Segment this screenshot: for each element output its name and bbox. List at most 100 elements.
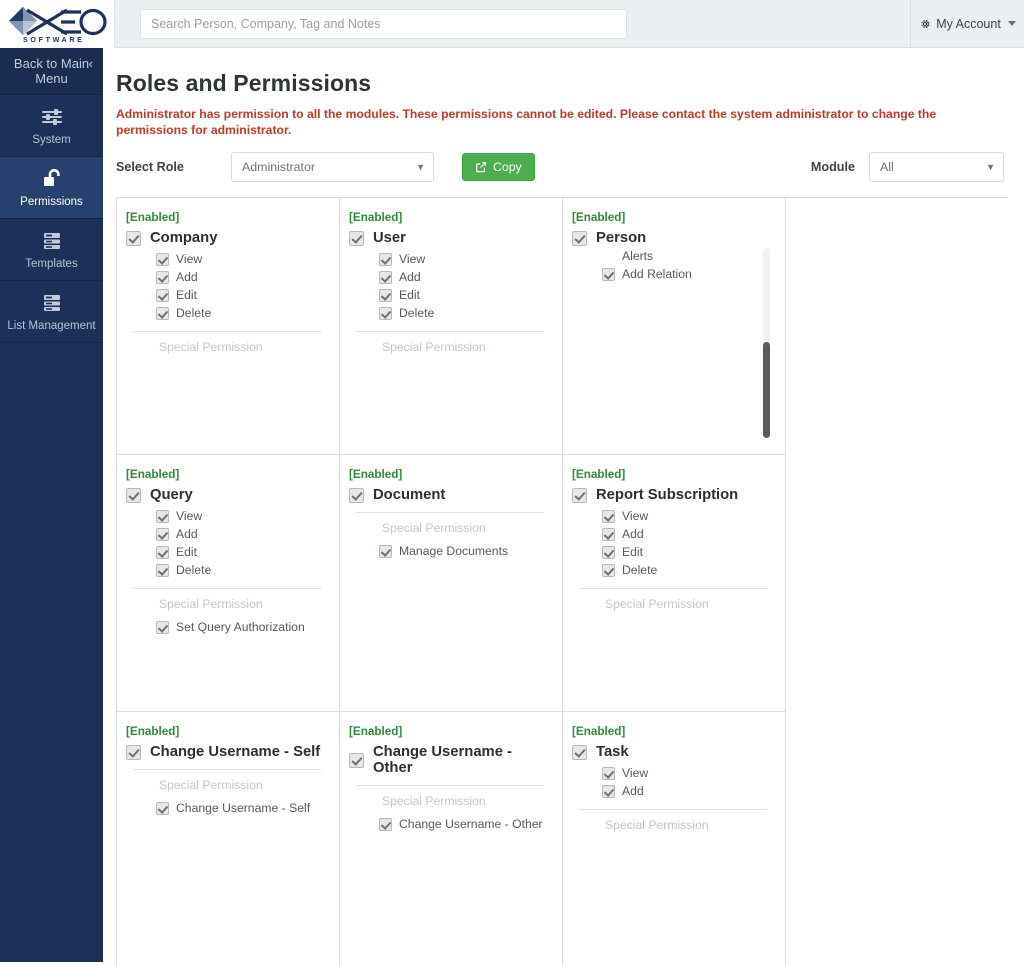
checkbox-checked-icon[interactable]	[156, 564, 169, 577]
permission-base-row[interactable]: Delete	[156, 304, 328, 322]
checkbox-checked-icon[interactable]	[156, 307, 169, 320]
module-header[interactable]: Person	[572, 230, 774, 246]
search-input[interactable]	[140, 8, 627, 39]
my-account-menu[interactable]: My Account	[910, 0, 1024, 47]
role-controls: Select Role Administrator ▼ Copy Module …	[116, 149, 1011, 185]
module-header[interactable]: Company	[126, 230, 328, 246]
module-header[interactable]: Document	[349, 487, 551, 503]
permission-special-row[interactable]: Change Username - Self	[156, 799, 328, 817]
checkbox-checked-icon[interactable]	[379, 271, 392, 284]
permission-base-row[interactable]: View	[379, 250, 551, 268]
special-permission-list: Change Username - Other	[349, 808, 551, 833]
permission-base-row[interactable]: Add	[156, 525, 328, 543]
permission-label: Edit	[176, 545, 198, 559]
module-header[interactable]: Change Username - Other	[349, 744, 551, 776]
permission-base-row[interactable]: Delete	[156, 561, 328, 579]
checkbox-checked-icon[interactable]	[379, 289, 392, 302]
permission-label: View	[622, 509, 649, 523]
special-permission-list: Change Username - Self	[126, 792, 328, 817]
module-header[interactable]: User	[349, 230, 551, 246]
checkbox-checked-icon[interactable]	[349, 487, 364, 503]
checkbox-checked-icon[interactable]	[156, 528, 169, 541]
checkbox-checked-icon[interactable]	[156, 510, 169, 523]
brand-logo[interactable]: SOFTWARE	[0, 0, 115, 48]
copy-button[interactable]: Copy	[462, 153, 535, 181]
checkbox-checked-icon[interactable]	[379, 545, 392, 558]
scrollbar-thumb[interactable]	[763, 342, 770, 438]
checkbox-checked-icon[interactable]	[572, 487, 587, 503]
permission-base-row[interactable]: View	[156, 507, 328, 525]
permission-label: Add	[622, 527, 644, 541]
permission-base-row[interactable]: Add	[602, 782, 774, 800]
checkbox-checked-icon[interactable]	[156, 271, 169, 284]
permission-base-row[interactable]: View	[602, 507, 774, 525]
permission-base-row[interactable]: Edit	[379, 286, 551, 304]
module-select[interactable]: All ▼	[869, 152, 1004, 182]
my-account-label: My Account	[936, 16, 1001, 31]
module-header[interactable]: Task	[572, 744, 774, 760]
permission-label: Edit	[176, 288, 198, 302]
chevron-down-icon: ▼	[986, 162, 995, 172]
sidebar-item-templates[interactable]: Templates	[0, 219, 103, 281]
copy-button-label: Copy	[493, 160, 522, 174]
checkbox-checked-icon[interactable]	[602, 268, 615, 281]
module-card-company: [Enabled] Company View Add Edit Delete Special…	[117, 198, 340, 455]
permission-base-row[interactable]: View	[602, 764, 774, 782]
permission-base-row[interactable]: Edit	[156, 286, 328, 304]
special-permission-label: Special Permission	[159, 340, 263, 354]
special-permission-label: Special Permission	[605, 818, 709, 832]
checkbox-checked-icon[interactable]	[572, 230, 587, 246]
permission-base-row[interactable]: Add	[156, 268, 328, 286]
chevron-down-icon: ▼	[416, 162, 425, 172]
permission-base-row[interactable]: Delete	[379, 304, 551, 322]
permission-base-row[interactable]: View	[156, 250, 328, 268]
module-header[interactable]: Change Username - Self	[126, 744, 328, 760]
permission-label: Delete	[399, 306, 435, 320]
permission-base-row[interactable]: Delete	[602, 561, 774, 579]
special-permission-label: Special Permission	[382, 794, 486, 808]
checkbox-checked-icon[interactable]	[126, 744, 141, 760]
permission-label: Edit	[399, 288, 421, 302]
checkbox-checked-icon[interactable]	[156, 289, 169, 302]
module-header[interactable]: Query	[126, 487, 328, 503]
sidebar-item-system[interactable]: System	[0, 95, 103, 157]
server-icon	[40, 230, 64, 252]
sidebar-back-to-main-menu[interactable]: Back to Main Menu ‹	[0, 48, 103, 95]
permission-special-row[interactable]: Change Username - Other	[379, 815, 551, 833]
permission-base-row[interactable]: Add	[379, 268, 551, 286]
checkbox-checked-icon[interactable]	[126, 487, 141, 503]
checkbox-checked-icon[interactable]	[156, 802, 169, 815]
permission-base-row[interactable]: Configure Other's Email Alerts	[602, 248, 758, 265]
checkbox-checked-icon[interactable]	[602, 785, 615, 798]
checkbox-checked-icon[interactable]	[156, 621, 169, 634]
checkbox-checked-icon[interactable]	[602, 767, 615, 780]
permission-base-row[interactable]: Edit	[156, 543, 328, 561]
checkbox-checked-icon[interactable]	[156, 253, 169, 266]
module-card-user: [Enabled] User View Add Edit Delete Special Pe…	[340, 198, 563, 455]
module-header[interactable]: Report Subscription	[572, 487, 774, 503]
checkbox-checked-icon[interactable]	[602, 528, 615, 541]
permission-base-row[interactable]: Edit	[602, 543, 774, 561]
checkbox-checked-icon[interactable]	[379, 253, 392, 266]
checkbox-checked-icon[interactable]	[602, 546, 615, 559]
gear-icon	[921, 19, 930, 28]
main-content: Roles and Permissions Administrator has …	[103, 48, 1024, 965]
sidebar-item-list-management[interactable]: List Management	[0, 281, 103, 343]
role-select[interactable]: Administrator ▼	[231, 152, 434, 182]
permission-base-row[interactable]: Add	[602, 525, 774, 543]
checkbox-checked-icon[interactable]	[602, 564, 615, 577]
checkbox-checked-icon[interactable]	[379, 307, 392, 320]
checkbox-checked-icon[interactable]	[349, 230, 364, 246]
module-status-badge: [Enabled]	[572, 725, 626, 738]
checkbox-checked-icon[interactable]	[349, 752, 364, 768]
checkbox-checked-icon[interactable]	[379, 818, 392, 831]
permission-special-row[interactable]: Set Query Authorization	[156, 618, 328, 636]
permission-special-row[interactable]: Manage Documents	[379, 542, 551, 560]
checkbox-checked-icon[interactable]	[572, 744, 587, 760]
permission-base-row[interactable]: Add Relation	[602, 265, 758, 283]
checkbox-checked-icon[interactable]	[602, 510, 615, 523]
sidebar-item-permissions[interactable]: Permissions	[0, 157, 103, 219]
checkbox-checked-icon[interactable]	[156, 546, 169, 559]
permission-scroll-area[interactable]: Change Security Question/AnswerLink Pers…	[572, 248, 774, 438]
checkbox-checked-icon[interactable]	[126, 230, 141, 246]
